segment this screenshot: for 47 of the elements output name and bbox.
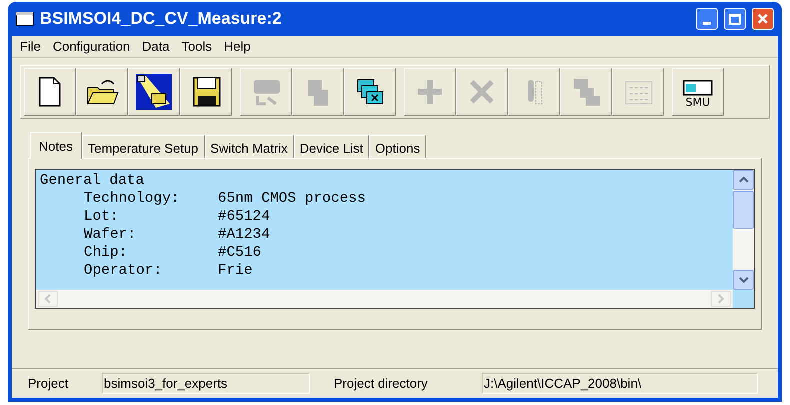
tab[interactable]: Device List [294, 135, 370, 158]
menu-item[interactable]: Help [218, 36, 257, 56]
field-label: Chip: [84, 244, 129, 262]
tab[interactable]: Temperature Setup [82, 135, 205, 158]
field-label: Wafer: [84, 226, 138, 244]
tab[interactable]: Switch Matrix [204, 135, 294, 158]
status-label: Project directory [333, 374, 429, 393]
notes-heading: General data [40, 172, 144, 190]
maximize-button[interactable] [724, 8, 746, 30]
field-value: 65nm CMOS process [218, 190, 366, 208]
scroll-down-button[interactable] [733, 270, 754, 290]
window-title: BSIMSOI4_DC_CV_Measure:2 [40, 8, 283, 30]
down-chevron-icon [738, 277, 748, 283]
menu-item[interactable]: Configuration [46, 36, 136, 56]
field-value: #A1234 [218, 226, 270, 244]
toolbar-button[interactable] [128, 68, 180, 116]
window-icon [16, 12, 34, 26]
field-value: Frie [218, 262, 253, 280]
toolbar-button[interactable] [24, 68, 76, 116]
scroll-thumb[interactable] [733, 191, 754, 229]
minimize-button[interactable] [696, 8, 718, 30]
status-field: J:\Agilent\ICCAP_2008\bin\ [482, 372, 758, 394]
field-value: #65124 [218, 208, 270, 226]
toolbar-button[interactable] [76, 68, 128, 116]
menu-item[interactable]: Tools [176, 36, 218, 56]
spotlight-folder-icon [136, 74, 172, 110]
status-field: bsimsoi3_for_experts [102, 372, 310, 394]
status-label: Project [27, 374, 70, 393]
vertical-scrollbar[interactable] [733, 170, 754, 290]
field-label: Operator: [84, 262, 164, 280]
toolbar-button[interactable] [180, 68, 232, 116]
right-chevron-icon [718, 294, 724, 304]
left-chevron-icon [45, 294, 51, 304]
field-label: Technology: [84, 190, 181, 208]
menu-item[interactable]: Data [136, 36, 176, 56]
tab[interactable]: Options [369, 135, 426, 158]
menu-item[interactable]: File [14, 36, 47, 56]
close-icon [757, 13, 769, 25]
scroll-up-button[interactable] [733, 170, 754, 190]
notes-textarea[interactable]: General data Technology: 65nm CMOS process Lot: #65124 Wafer: #A1234 Chip: #C516 Operator: Frie [35, 169, 755, 309]
field-value: #C516 [218, 244, 262, 262]
close-button[interactable] [752, 8, 774, 30]
field-label: Lot: [84, 208, 120, 226]
toolbar-button[interactable] [344, 68, 396, 116]
tab[interactable]: Notes [30, 132, 82, 159]
up-chevron-icon [738, 177, 748, 183]
toolbar-button[interactable]: SMU [672, 68, 724, 116]
